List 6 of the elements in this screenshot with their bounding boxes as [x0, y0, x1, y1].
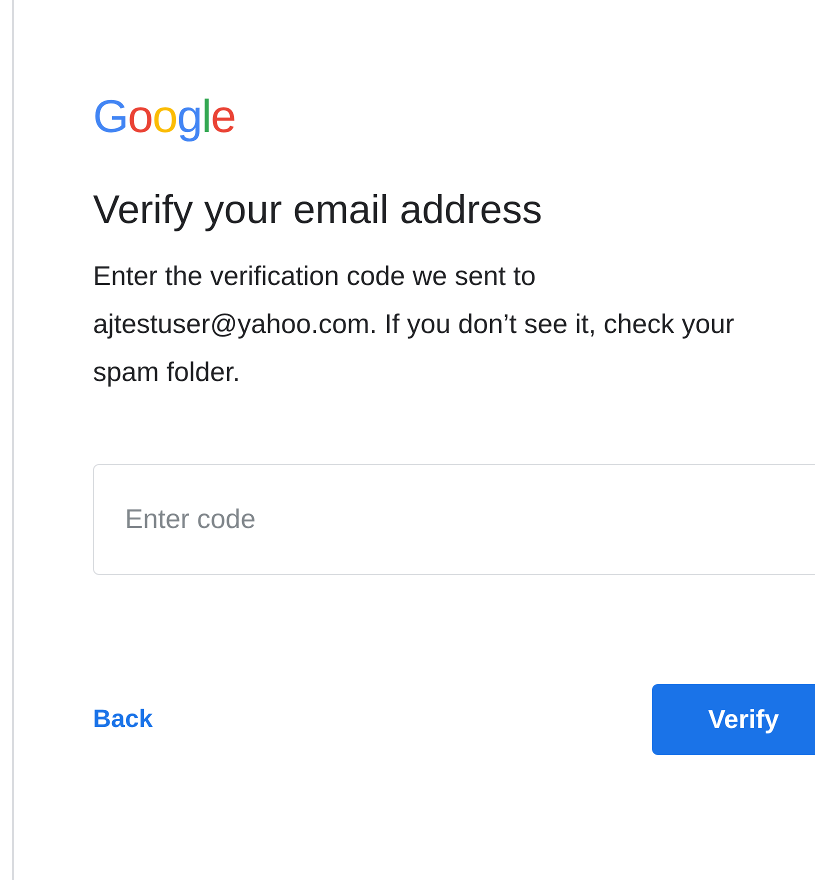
- code-input-field[interactable]: Enter code: [93, 464, 815, 575]
- verify-button[interactable]: Verify: [652, 684, 815, 755]
- google-logo: Google: [93, 89, 236, 144]
- back-button[interactable]: Back: [93, 705, 153, 734]
- page-heading: Verify your email address: [93, 187, 544, 234]
- instruction-text: Enter the verification code we sent to ajtestuser@yahoo.com. If you don’t see it, check your spam folder.: [93, 260, 736, 389]
